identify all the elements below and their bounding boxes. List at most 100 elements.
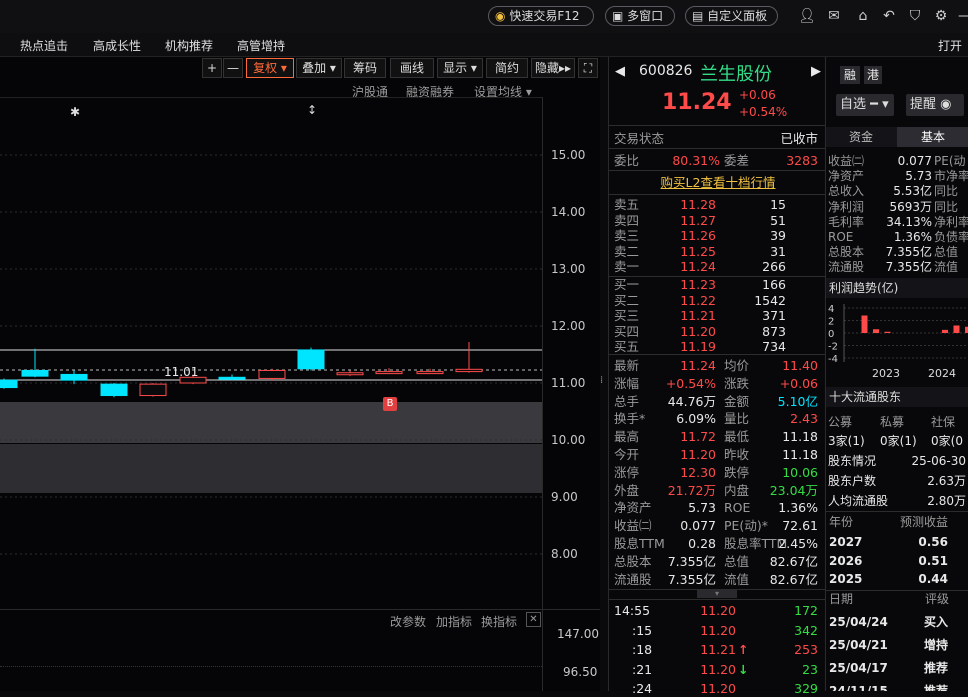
buy-signal-badge[interactable]: B	[383, 397, 397, 411]
tixing-button[interactable]: 提醒 ◉	[906, 94, 964, 116]
rating-row[interactable]: 25/04/17 推荐	[828, 661, 968, 676]
bid-level-label: 买五	[614, 339, 640, 354]
shirt-icon[interactable]: ⛉	[907, 8, 923, 24]
tick-price: 11.20	[700, 681, 736, 696]
stat-label: 均价	[724, 358, 750, 373]
stat-row: 净资产 5.73 ROE 1.36%	[614, 499, 822, 516]
stat-value: 11.24	[680, 358, 716, 373]
stat-label: 总值	[724, 553, 750, 569]
candle-body	[0, 379, 18, 389]
splitter-handle[interactable]: ⁞	[600, 375, 608, 389]
stat-label: 股息TTM	[614, 536, 665, 551]
nav-item-growth[interactable]: 高成长性	[93, 37, 141, 54]
holder-stat-label: 股东户数	[828, 474, 877, 488]
basic-info-row: 收益㈡ 0.077 PE(动	[828, 154, 968, 169]
ask-price: 11.27	[680, 212, 716, 228]
rating-value: 推荐	[924, 661, 949, 675]
stat-label: 涨幅	[614, 375, 640, 391]
settings-icon[interactable]: ⚙	[933, 8, 949, 24]
stat-value: 7.355亿	[667, 571, 716, 587]
stat-label: 总手	[614, 393, 640, 409]
custom-panel-button[interactable]: ▤ 自定义面板	[685, 6, 778, 26]
buy-l2-link[interactable]: 购买L2查看十档行情	[614, 174, 822, 191]
zixuan-button[interactable]: 自选 ━ ▾	[836, 94, 894, 116]
rong-badge[interactable]: 融	[840, 66, 860, 84]
info-label: 总股本	[828, 245, 865, 260]
expand-toggle-icon[interactable]: ▾	[697, 590, 737, 598]
prev-stock-icon[interactable]: ◀	[615, 64, 625, 79]
tick-time: :18	[632, 642, 653, 657]
stat-value: 0.28	[688, 536, 716, 551]
stat-label: 总股本	[614, 553, 652, 569]
quick-trade-button[interactable]: ◉ 快速交易F12	[488, 6, 594, 26]
home-icon[interactable]: ⌂	[855, 8, 871, 24]
stat-label: ROE	[724, 500, 751, 516]
holder-stat-value: 25-06-30	[911, 454, 966, 468]
holder-type: 公募	[828, 415, 853, 429]
stock-code: 600826	[639, 63, 693, 79]
rating-date: 24/11/15	[829, 684, 888, 691]
stat-value: 12.30	[680, 464, 716, 480]
bid-volume: 873	[762, 323, 786, 339]
info-label: 同比	[934, 199, 959, 214]
profit-trend-chart: 4 20 -2-4 2023 2024	[828, 304, 968, 380]
stat-label: 最低	[724, 429, 750, 445]
stat-value: 11.40	[782, 358, 818, 373]
stat-value: 0.077	[680, 518, 716, 534]
jiazhibiao-button[interactable]: 加指标	[436, 613, 472, 630]
info-label: PE(动	[934, 154, 966, 168]
nav-item-insider[interactable]: 高管增持	[237, 37, 285, 54]
info-value: 1.36%	[893, 230, 932, 244]
price-marker-label: 11.01	[164, 365, 199, 379]
weibi-label: 委比	[614, 153, 640, 168]
tick-row: :18 11.21 ↑ 253	[614, 641, 822, 658]
profit-bar	[953, 325, 960, 333]
huanzhibiao-button[interactable]: 换指标	[481, 613, 517, 630]
tick-volume: 172	[794, 603, 818, 618]
stat-label: 内盘	[724, 482, 750, 498]
gang-badge[interactable]: 港	[864, 66, 882, 84]
nav-item-hot[interactable]: 热点追击	[20, 37, 68, 54]
tick-time: :24	[632, 681, 653, 696]
multi-window-button[interactable]: ▣ 多窗口	[605, 6, 675, 26]
profit-bar	[884, 331, 891, 333]
info-value: 0.077	[897, 154, 932, 168]
back-icon[interactable]: ↶	[881, 8, 897, 24]
tab-basic[interactable]: 基本	[897, 127, 968, 147]
profit-axis-tick: 4	[828, 304, 834, 315]
indicator-axis-divider	[542, 609, 543, 691]
bid-price: 11.22	[680, 292, 716, 308]
indicator-divider	[0, 609, 600, 610]
rating-row[interactable]: 25/04/21 增持	[828, 638, 968, 653]
holder-stat-value: 2.63万	[927, 474, 966, 488]
profit-bar	[942, 329, 948, 333]
nav-item-institution[interactable]: 机构推荐	[165, 37, 213, 54]
minimize-icon[interactable]: —	[957, 8, 968, 24]
gaicanshu-button[interactable]: 改参数	[390, 613, 426, 630]
rating-row[interactable]: 25/04/24 买入	[828, 615, 968, 630]
stat-label: PE(动)*	[724, 518, 768, 534]
stat-value: 5.73	[688, 500, 716, 516]
close-indicator-icon[interactable]: ✕	[526, 612, 541, 627]
stat-value: 23.04万	[769, 482, 818, 498]
weicha-value: 3283	[786, 153, 818, 168]
stat-row: 收益㈡ 0.077 PE(动)* 72.61	[614, 517, 822, 534]
user-icon[interactable]: 👤︎	[798, 8, 816, 24]
rating-row[interactable]: 24/11/15 推荐	[828, 684, 968, 691]
bid-level-label: 买二	[614, 292, 640, 308]
stat-value: 82.67亿	[769, 553, 818, 569]
next-stock-icon[interactable]: ▶	[811, 64, 821, 79]
mail-icon[interactable]: ✉	[826, 8, 842, 24]
tick-time: :21	[632, 661, 653, 677]
price-tick: 11.00	[551, 376, 586, 390]
stat-label: 最高	[614, 429, 640, 445]
tab-fund[interactable]: 资金	[826, 127, 896, 147]
window-icon: ▣	[612, 9, 624, 23]
profit-axis-tick: -2	[828, 342, 838, 353]
stat-value: +0.06	[779, 375, 818, 391]
rating-date-header: 日期	[829, 592, 854, 606]
info-label: ROE	[828, 230, 854, 244]
trade-status-label: 交易状态	[614, 131, 665, 146]
divider	[609, 599, 825, 600]
tixing-label: 提醒	[910, 97, 937, 112]
